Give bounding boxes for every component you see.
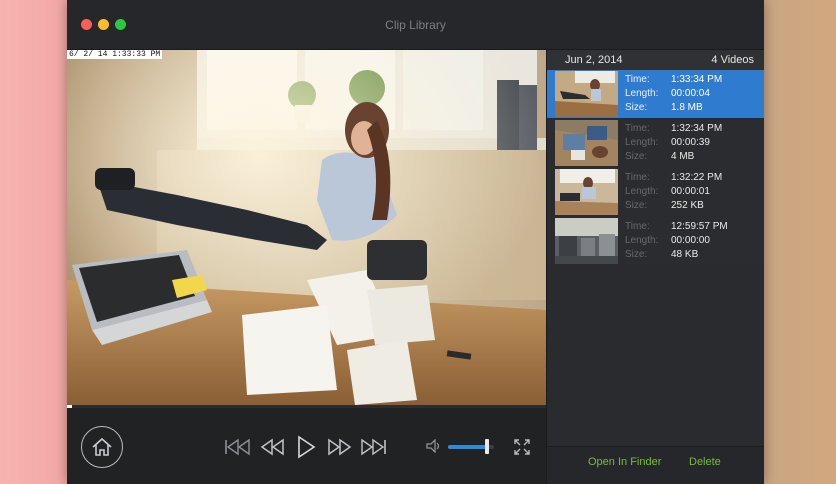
clip-length: 00:00:00 xyxy=(671,235,710,246)
clip-count: 4 Videos xyxy=(711,54,754,66)
window-title: Clip Library xyxy=(385,18,446,32)
rewind-icon xyxy=(260,438,284,456)
fast-forward-button[interactable] xyxy=(326,437,352,457)
play-button[interactable] xyxy=(295,435,317,459)
clip-time: 1:33:34 PM xyxy=(671,74,723,85)
video-frame xyxy=(67,50,546,405)
progress-bar[interactable] xyxy=(67,405,546,408)
clip-thumbnail xyxy=(555,71,618,117)
speaker-icon[interactable] xyxy=(426,439,442,453)
clip-time-label: Time: xyxy=(625,221,650,232)
clip-length-label: Length: xyxy=(625,137,659,148)
progress-fill xyxy=(67,405,72,408)
skip-to-start-button[interactable] xyxy=(224,437,252,457)
clip-time-label: Time: xyxy=(625,74,650,85)
video-player[interactable]: 6/ 2/ 14 1:33:33 PM xyxy=(67,50,546,405)
clip-thumbnail xyxy=(555,218,618,264)
clip-size: 1.8 MB xyxy=(671,102,703,113)
clip-time: 12:59:57 PM xyxy=(671,221,728,232)
fullscreen-icon xyxy=(514,439,530,455)
fullscreen-button[interactable] xyxy=(513,438,531,461)
clip-time-label: Time: xyxy=(625,123,650,134)
clip-size: 4 MB xyxy=(671,151,695,162)
clip-thumbnail xyxy=(555,120,618,166)
clip-thumbnail xyxy=(555,169,618,215)
clip-length: 00:00:39 xyxy=(671,137,710,148)
clip-length-label: Length: xyxy=(625,88,659,99)
clip-time: 1:32:34 PM xyxy=(671,123,723,134)
title-bar: Clip Library xyxy=(67,0,764,50)
clip-size-label: Size: xyxy=(625,249,648,260)
clip-item[interactable]: Time: 1:32:22 PM Length: 00:00:01 Size: … xyxy=(547,168,764,216)
home-icon xyxy=(92,437,112,456)
skip-to-start-icon xyxy=(225,438,250,456)
delete-button[interactable]: Delete xyxy=(689,456,721,468)
open-in-finder-button[interactable]: Open In Finder xyxy=(588,456,661,468)
clip-size-label: Size: xyxy=(625,102,648,113)
clip-size-label: Size: xyxy=(625,151,648,162)
clip-item[interactable]: Time: 1:32:34 PM Length: 00:00:39 Size: … xyxy=(547,119,764,167)
skip-to-end-button[interactable] xyxy=(359,437,387,457)
fast-forward-icon xyxy=(328,438,352,456)
volume-knob[interactable] xyxy=(485,439,490,454)
clip-library-window: Clip Library 6/ 2/ 14 1:33:33 PM Jun 2, … xyxy=(67,0,764,484)
clip-size-label: Size: xyxy=(625,200,648,211)
clip-time: 1:32:22 PM xyxy=(671,172,723,183)
playback-controls xyxy=(67,405,546,484)
volume-fill xyxy=(448,445,488,449)
clip-length-label: Length: xyxy=(625,235,659,246)
play-icon xyxy=(298,435,316,459)
clip-time-label: Time: xyxy=(625,172,650,183)
video-timestamp-overlay: 6/ 2/ 14 1:33:33 PM xyxy=(67,50,163,59)
skip-to-end-icon xyxy=(361,438,386,456)
clip-item[interactable]: Time: 1:33:34 PM Length: 00:00:04 Size: … xyxy=(547,70,764,118)
home-button[interactable] xyxy=(81,426,123,468)
clip-length: 00:00:01 xyxy=(671,186,710,197)
clip-item[interactable]: Time: 12:59:57 PM Length: 00:00:00 Size:… xyxy=(547,217,764,265)
clip-size: 48 KB xyxy=(671,249,699,260)
clip-length: 00:00:04 xyxy=(671,88,710,99)
rewind-button[interactable] xyxy=(260,437,286,457)
clip-size: 252 KB xyxy=(671,200,704,211)
sidebar-footer: Open In Finder Delete xyxy=(547,446,764,484)
clip-list-sidebar: Jun 2, 2014 4 Videos Time: 1:33:34 PM Le… xyxy=(546,50,764,484)
clip-length-label: Length: xyxy=(625,186,659,197)
clip-list-header: Jun 2, 2014 4 Videos xyxy=(547,50,764,70)
clip-date: Jun 2, 2014 xyxy=(565,54,623,66)
